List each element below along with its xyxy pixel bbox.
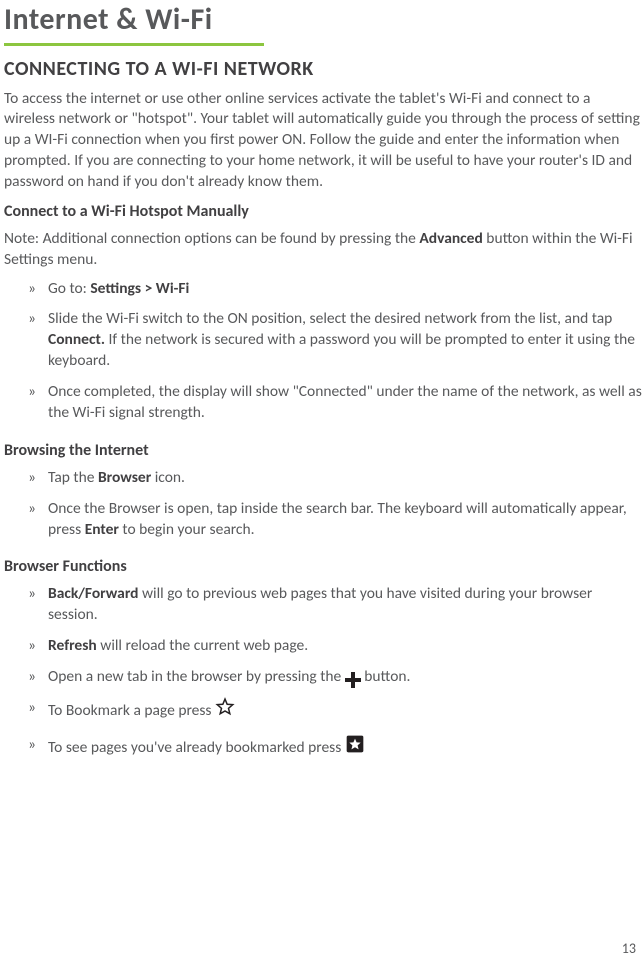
text-bold: Connect. bbox=[48, 330, 105, 349]
text: will reload the current web page. bbox=[97, 636, 308, 655]
text-bold: Settings > Wi-Fi bbox=[90, 279, 189, 298]
plus-icon bbox=[345, 672, 361, 688]
text: Go to: bbox=[48, 279, 90, 298]
text-bold: Browser bbox=[98, 468, 151, 487]
connect-list: Go to: Settings > Wi-Fi Slide the Wi-Fi … bbox=[4, 279, 644, 435]
text: To see pages you've already bookmarked p… bbox=[48, 738, 345, 757]
list-item: Slide the Wi-Fi switch to the ON positio… bbox=[32, 309, 644, 382]
text: If the network is secured with a passwor… bbox=[48, 330, 635, 370]
note-bold: Advanced bbox=[419, 229, 482, 248]
subheading-functions: Browser Functions bbox=[4, 556, 644, 578]
text: Once completed, the display will show "C… bbox=[48, 382, 642, 422]
star-outline-icon bbox=[215, 697, 235, 724]
browse-list: Tap the Browser icon. Once the Browser i… bbox=[4, 468, 644, 551]
list-item: Open a new tab in the browser by pressin… bbox=[32, 667, 644, 698]
star-filled-icon bbox=[345, 734, 365, 761]
functions-list: Back/Forward will go to previous web pag… bbox=[4, 584, 644, 772]
text: Slide the Wi-Fi switch to the ON positio… bbox=[48, 309, 612, 328]
list-item: Refresh will reload the current web page… bbox=[32, 636, 644, 667]
text: Tap the bbox=[48, 468, 98, 487]
page-title: Internet & Wi-Fi bbox=[4, 0, 644, 41]
subheading-connect: Connect to a Wi-Fi Hotspot Manually bbox=[4, 201, 644, 223]
list-item: To see pages you've already bookmarked p… bbox=[32, 735, 644, 772]
text: button. bbox=[361, 667, 411, 686]
text: Open a new tab in the browser by pressin… bbox=[48, 667, 345, 686]
note-paragraph: Note: Additional connection options can … bbox=[4, 229, 644, 271]
text-bold: Enter bbox=[85, 520, 119, 539]
list-item: Once the Browser is open, tap inside the… bbox=[32, 499, 644, 551]
subheading-browse: Browsing the Internet bbox=[4, 440, 644, 462]
list-item: Tap the Browser icon. bbox=[32, 468, 644, 499]
text: icon. bbox=[151, 468, 185, 487]
list-item: Go to: Settings > Wi-Fi bbox=[32, 279, 644, 310]
title-rule bbox=[4, 43, 264, 46]
list-item: To Bookmark a page press bbox=[32, 698, 644, 735]
text-bold: Refresh bbox=[48, 636, 97, 655]
note-pre: Note: Additional connection options can … bbox=[4, 229, 419, 248]
list-item: Once completed, the display will show "C… bbox=[32, 382, 644, 434]
page-number: 13 bbox=[622, 940, 636, 959]
section-heading: CONNECTING TO A WI-FI NETWORK bbox=[4, 56, 644, 83]
intro-paragraph: To access the internet or use other onli… bbox=[4, 89, 644, 194]
text-bold: Back/Forward bbox=[48, 584, 138, 603]
document-page: Internet & Wi-Fi CONNECTING TO A WI-FI N… bbox=[0, 0, 644, 772]
text: To Bookmark a page press bbox=[48, 701, 215, 720]
text: to begin your search. bbox=[119, 520, 255, 539]
list-item: Back/Forward will go to previous web pag… bbox=[32, 584, 644, 636]
